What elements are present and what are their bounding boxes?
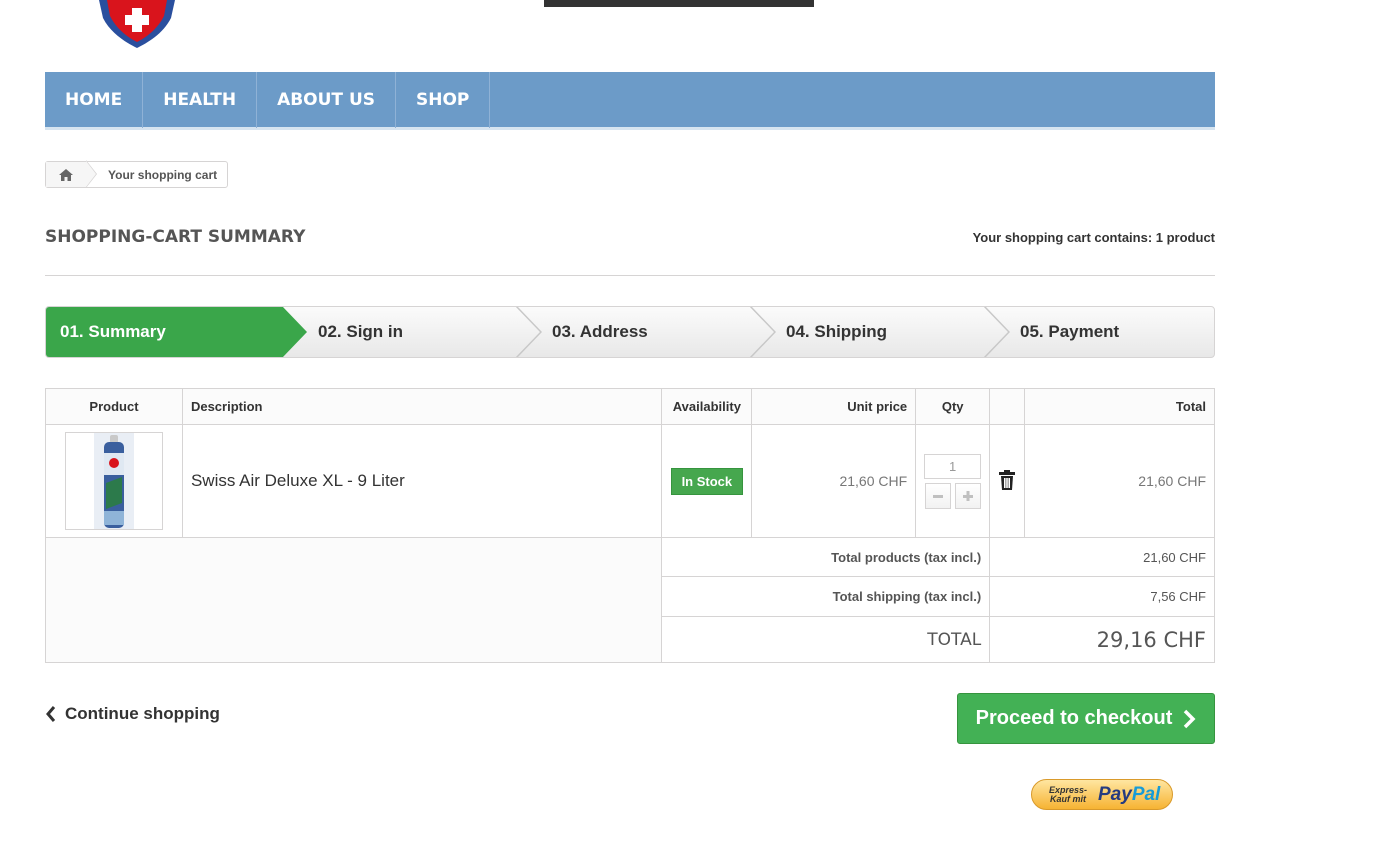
- paypal-logo: PayPal: [1098, 784, 1160, 806]
- step-payment[interactable]: 05. Payment: [1020, 307, 1119, 357]
- col-product: Product: [45, 388, 183, 425]
- nav-shop[interactable]: SHOP: [396, 72, 491, 128]
- col-qty: Qty: [915, 388, 991, 425]
- table-header-row: Product Description Availability Unit pr…: [45, 388, 1215, 425]
- cart-table: Product Description Availability Unit pr…: [44, 388, 1215, 663]
- total-label: TOTAL: [661, 616, 991, 663]
- step-arrow-icon: [281, 307, 307, 357]
- nav-health[interactable]: HEALTH: [143, 72, 258, 128]
- paypal-express-button[interactable]: Express-Kauf mit PayPal: [1031, 779, 1173, 810]
- paypal-logo-pay: Pay: [1098, 783, 1132, 805]
- cart-count: Your shopping cart contains: 1 product: [972, 230, 1215, 245]
- main-nav: HOME HEALTH ABOUT US SHOP: [45, 72, 1215, 130]
- home-icon: [59, 168, 73, 181]
- step-shipping[interactable]: 04. Shipping: [786, 307, 887, 357]
- step-sign-in[interactable]: 02. Sign in: [318, 307, 403, 357]
- step-separator-icon: [983, 307, 1010, 357]
- total-value: 29,16 CHF: [989, 616, 1215, 663]
- qty-increase-button[interactable]: [954, 482, 981, 509]
- minus-icon: [932, 494, 943, 498]
- col-availability: Availability: [661, 388, 753, 425]
- paypal-logo-pal: Pal: [1131, 783, 1161, 805]
- summary-row-products: Total products (tax incl.) 21,60 CHF: [44, 537, 1215, 663]
- step-separator-icon: [515, 307, 542, 357]
- page-title: SHOPPING-CART SUMMARY: [45, 227, 306, 247]
- total-products-value: 21,60 CHF: [989, 537, 1215, 577]
- chevron-left-icon: [46, 706, 56, 722]
- col-description: Description: [181, 388, 663, 425]
- checkout-label: Proceed to checkout: [975, 707, 1173, 729]
- checkout-steps: 01. Summary 02. Sign in 03. Address 04. …: [45, 306, 1215, 358]
- delete-cell: [989, 424, 1026, 538]
- unit-price: 21,60 CHF: [751, 424, 917, 538]
- col-unit-price: Unit price: [751, 388, 917, 425]
- swiss-shield-logo-icon: [99, 0, 175, 48]
- summary-blank: [44, 537, 663, 663]
- product-description[interactable]: Swiss Air Deluxe XL - 9 Liter: [181, 424, 663, 538]
- availability-cell: In Stock: [661, 424, 753, 538]
- breadcrumb-home[interactable]: [46, 160, 97, 188]
- qty-cell: 1: [915, 424, 991, 538]
- plus-icon: [962, 490, 973, 501]
- qty-input[interactable]: 1: [924, 453, 982, 479]
- header-dark-bar: [544, 0, 814, 7]
- col-total: Total: [1024, 388, 1215, 425]
- nav-home[interactable]: HOME: [45, 72, 144, 128]
- total-shipping-label: Total shipping (tax incl.): [661, 576, 991, 617]
- chevron-right-icon: [1184, 709, 1196, 728]
- breadcrumb: Your shopping cart: [45, 160, 229, 188]
- step-separator-icon: [749, 307, 776, 357]
- trash-icon[interactable]: [999, 469, 1016, 490]
- total-shipping-value: 7,56 CHF: [989, 576, 1215, 617]
- product-image[interactable]: [64, 432, 163, 530]
- continue-shopping-label: Continue shopping: [65, 704, 220, 723]
- in-stock-badge: In Stock: [670, 467, 744, 495]
- site-logo[interactable]: [97, 0, 177, 48]
- col-delete: [989, 388, 1026, 425]
- proceed-to-checkout-button[interactable]: Proceed to checkout: [957, 693, 1215, 744]
- product-image-cell: [45, 424, 183, 538]
- table-row: Swiss Air Deluxe XL - 9 Liter In Stock 2…: [45, 424, 1215, 538]
- line-total: 21,60 CHF: [1024, 424, 1215, 538]
- product-bottle-image: [93, 433, 134, 529]
- nav-about-us[interactable]: ABOUT US: [257, 72, 396, 128]
- step-summary[interactable]: 01. Summary: [60, 307, 166, 357]
- continue-shopping-link[interactable]: Continue shopping: [45, 704, 220, 724]
- breadcrumb-current: Your shopping cart: [108, 167, 218, 182]
- qty-decrease-button[interactable]: [924, 482, 951, 509]
- divider: [45, 275, 1215, 276]
- total-products-label: Total products (tax incl.): [661, 537, 991, 577]
- paypal-express-label: Express-Kauf mit: [1048, 784, 1088, 804]
- step-address[interactable]: 03. Address: [552, 307, 648, 357]
